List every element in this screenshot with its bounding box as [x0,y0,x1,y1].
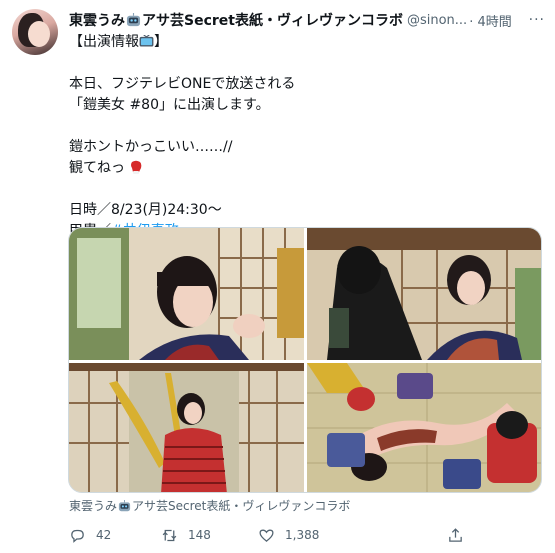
text-line-6: 日時／8/23(月)24:30〜 [69,202,222,218]
text-line-1: 【出演情報 】 [69,32,539,53]
robot-emoji-icon [118,500,131,512]
text-line-2: 本日、フジテレビONEで放送される [69,76,296,92]
like-button[interactable]: 1,388 [258,524,319,546]
text-line-3: 「鎧美女 #80」に出演します。 [69,97,270,113]
robot-emoji-icon [126,13,141,27]
retweet-icon [162,529,177,541]
reply-icon [71,529,84,543]
media-grid [68,227,542,493]
retweet-count: 148 [188,528,211,542]
reply-count: 42 [96,528,112,542]
retweet-button[interactable]: 148 [161,524,211,546]
tweet-time-value: 4時間 [477,14,512,30]
boxing-glove-emoji-icon [131,160,142,174]
photo-4[interactable] [307,363,541,492]
reply-button[interactable]: 42 [69,524,111,546]
like-count: 1,388 [285,528,320,542]
share-icon [449,527,462,542]
share-button[interactable] [447,524,474,546]
more-dots-icon[interactable]: ··· [529,12,545,28]
text-line-1-content: 【出演情報 [69,34,139,50]
author-handle[interactable]: @sinon... [407,13,467,28]
photo-3[interactable] [69,363,304,492]
author-name[interactable]: 東雲うみ [69,10,125,30]
text-line-1-end: 】 [154,34,168,50]
tv-emoji-icon [139,35,154,47]
tweet-timestamp[interactable]: · 4時間 [469,11,512,30]
media-caption-suffix: アサ芸Secret表紙・ヴィレヴァンコラボ [132,499,351,513]
text-line-4: 鎧ホントかっこいい……// [69,139,233,155]
tweet[interactable]: 東雲うみ アサ芸Secret表紙・ヴィレヴァンコラボ @sinon... · 4… [0,0,555,553]
photo-1[interactable] [69,228,304,360]
tweet-text: 【出演情報 】 本日、フジテレビONEで放送される 「鎧美女 #80」に出演しま… [69,32,539,242]
text-line-5: 観てねっ [69,158,539,179]
photo-2[interactable] [307,228,541,360]
heart-icon [259,529,274,542]
text-line-5-content: 観てねっ [69,160,125,176]
avatar[interactable] [12,9,58,55]
media-caption-name: 東雲うみ [69,499,118,513]
media-caption[interactable]: 東雲うみ アサ芸Secret表紙・ヴィレヴァンコラボ [69,497,350,514]
tweet-header: 東雲うみ アサ芸Secret表紙・ヴィレヴァンコラボ @sinon... · 4… [69,10,545,30]
author-name-suffix[interactable]: アサ芸Secret表紙・ヴィレヴァンコラボ [142,10,403,30]
tweet-actions: 42 148 1,388 [69,524,469,546]
